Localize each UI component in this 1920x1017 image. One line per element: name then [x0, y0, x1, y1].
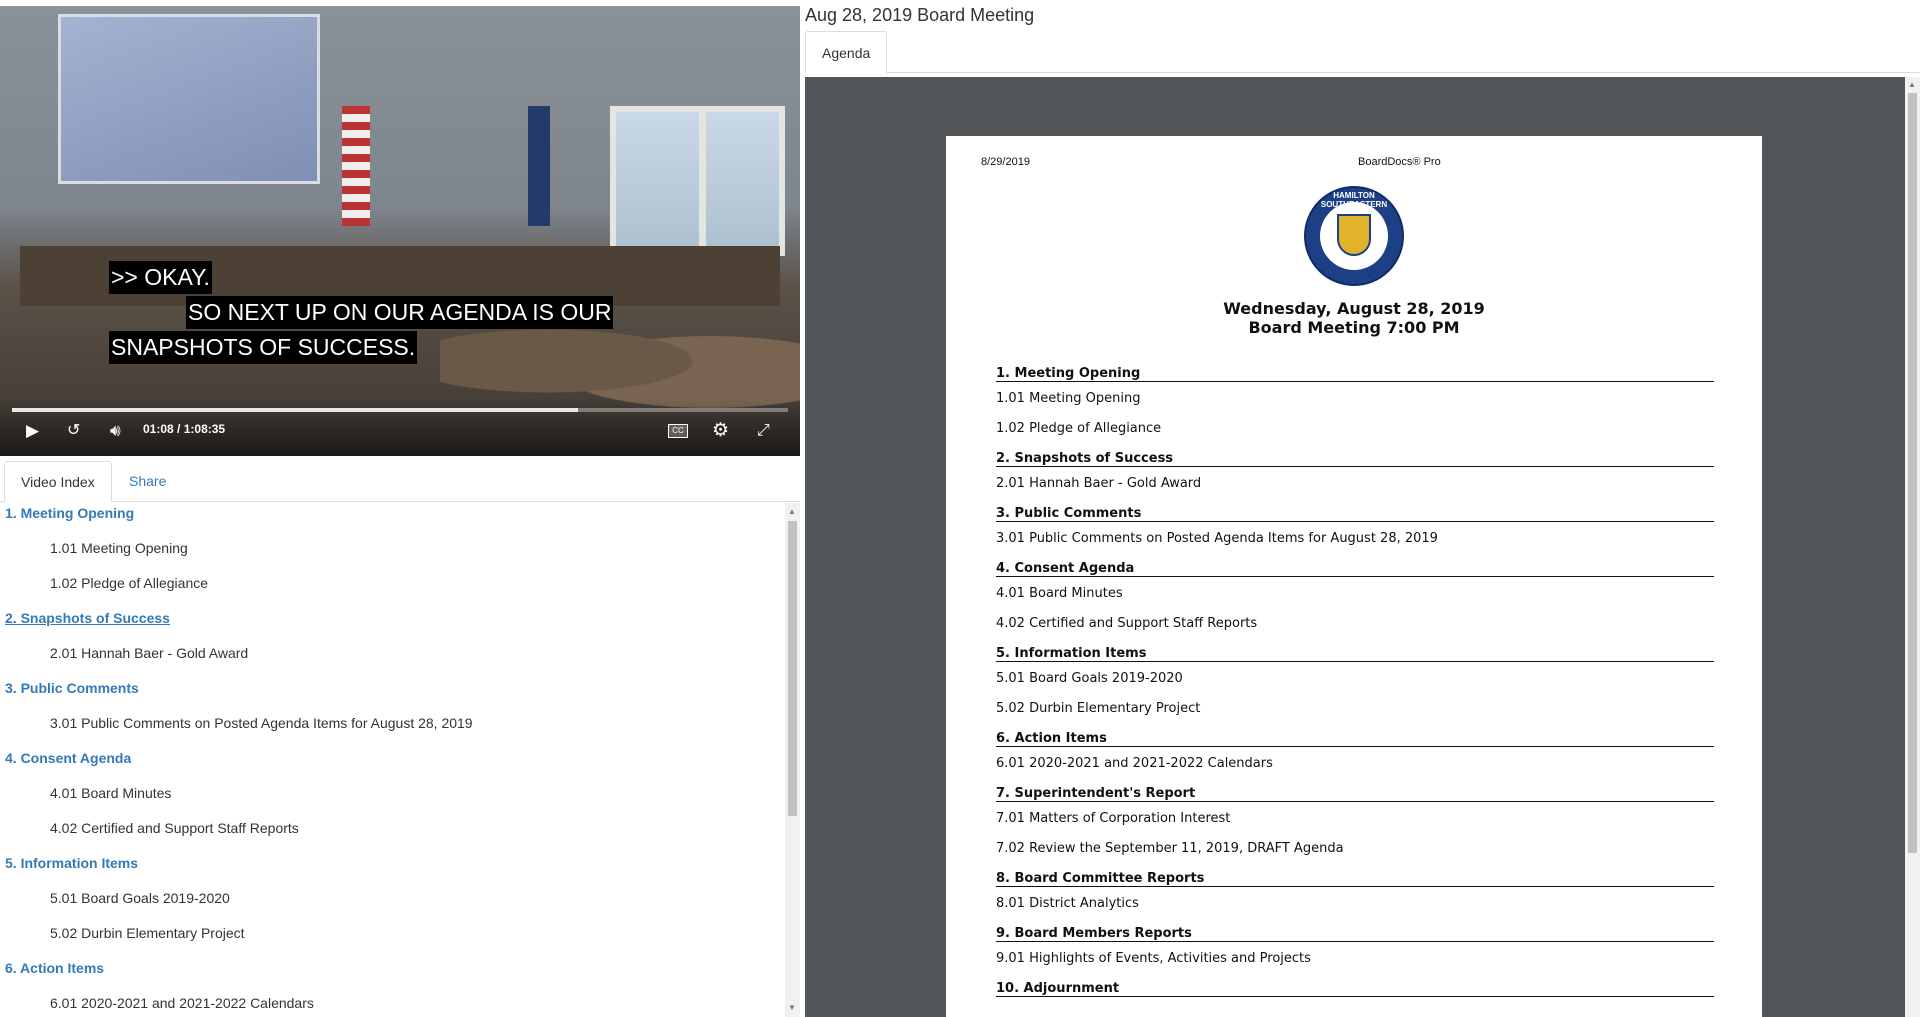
agenda-item: 5.02 Durbin Elementary Project: [996, 701, 1201, 716]
index-item-link[interactable]: 4.01 Board Minutes: [50, 785, 171, 801]
agenda-section-heading: 8. Board Committee Reports: [996, 871, 1714, 887]
agenda-section-heading: 7. Superintendent's Report: [996, 786, 1714, 802]
scroll-up-icon[interactable]: ▲: [788, 507, 796, 516]
right-tabs: Agenda: [805, 31, 1920, 73]
current-time: 01:08: [143, 422, 174, 436]
scrollbar-thumb[interactable]: [1908, 93, 1917, 853]
index-item-link[interactable]: 5.01 Board Goals 2019-2020: [50, 890, 230, 906]
video-index-list: 1. Meeting Opening 1.01 Meeting Opening 1.…: [0, 503, 785, 1017]
agenda-section-heading: 3. Public Comments: [996, 506, 1714, 522]
video-player[interactable]: >> OKAY. SO NEXT UP ON OUR AGENDA IS OUR…: [0, 6, 800, 456]
scroll-down-icon[interactable]: ▼: [788, 1003, 796, 1012]
scrollbar-thumb[interactable]: [788, 521, 797, 816]
gear-icon[interactable]: ⚙: [712, 420, 729, 442]
tab-agenda[interactable]: Agenda: [805, 31, 888, 73]
state-flag: [528, 106, 550, 226]
index-section-link[interactable]: 2. Snapshots of Success: [5, 610, 170, 626]
agenda-section-heading: 5. Information Items: [996, 646, 1714, 662]
agenda-section-heading: 1. Meeting Opening: [996, 366, 1714, 382]
shield-icon: [1337, 214, 1371, 256]
volume-icon[interactable]: 🔊︎: [110, 420, 121, 442]
right-panel: Aug 28, 2019 Board Meeting Agenda 8/29/2…: [800, 0, 1920, 1017]
index-section-link[interactable]: 3. Public Comments: [5, 680, 139, 696]
agenda-section-heading: 10. Adjournment: [996, 981, 1714, 997]
agenda-item: 4.01 Board Minutes: [996, 586, 1123, 601]
index-section-link[interactable]: 5. Information Items: [5, 855, 138, 871]
agenda-section-heading: 2. Snapshots of Success: [996, 451, 1714, 467]
agenda-item: 3.01 Public Comments on Posted Agenda It…: [996, 531, 1438, 546]
tab-video-index[interactable]: Video Index: [4, 461, 112, 502]
time-separator: /: [177, 422, 181, 436]
agenda-section-heading: 4. Consent Agenda: [996, 561, 1714, 577]
time-display: 01:08 / 1:08:35: [143, 422, 225, 436]
index-item-link[interactable]: 1.01 Meeting Opening: [50, 540, 188, 556]
agenda-item: 5.01 Board Goals 2019-2020: [996, 671, 1183, 686]
left-panel: >> OKAY. SO NEXT UP ON OUR AGENDA IS OUR…: [0, 0, 800, 1017]
agenda-section-heading: 9. Board Members Reports: [996, 926, 1714, 942]
school-seal-logo: HAMILTON SOUTHEASTERN SCHOOLS: [1304, 186, 1404, 286]
agenda-item: 7.02 Review the September 11, 2019, DRAF…: [996, 841, 1344, 856]
brand-label: BoardDocs® Pro: [1358, 156, 1441, 168]
index-section-link[interactable]: 4. Consent Agenda: [5, 750, 131, 766]
agenda-item: 6.01 2020-2021 and 2021-2022 Calendars: [996, 756, 1273, 771]
index-item-link[interactable]: 2.01 Hannah Baer - Gold Award: [50, 645, 248, 661]
caption-line: SNAPSHOTS OF SUCCESS.: [109, 331, 418, 364]
us-flag: [342, 106, 370, 226]
agenda-section-heading: 6. Action Items: [996, 731, 1714, 747]
meeting-time: Board Meeting 7:00 PM: [1248, 318, 1460, 337]
agenda-item: 4.02 Certified and Support Staff Reports: [996, 616, 1258, 631]
index-section-link[interactable]: 1. Meeting Opening: [5, 505, 134, 521]
seal-center: [1320, 202, 1388, 270]
index-item-link[interactable]: 3.01 Public Comments on Posted Agenda It…: [50, 715, 473, 731]
room-window: [610, 106, 705, 256]
duration: 1:08:35: [183, 422, 226, 436]
fullscreen-icon[interactable]: ⤢: [757, 420, 770, 442]
play-icon[interactable]: ▶: [26, 420, 39, 442]
caption-line: >> OKAY.: [109, 261, 212, 294]
agenda-item: 7.01 Matters of Corporation Interest: [996, 811, 1231, 826]
progress-fill: [12, 408, 579, 412]
captions: >> OKAY. SO NEXT UP ON OUR AGENDA IS OUR…: [109, 261, 614, 366]
player-controls: ▶ ↺ 🔊︎ 01:08 / 1:08:35 CC ⚙ ⤢: [0, 398, 800, 456]
video-frame: [0, 6, 800, 456]
index-item-link[interactable]: 1.02 Pledge of Allegiance: [50, 575, 208, 591]
agenda-item: 1.02 Pledge of Allegiance: [996, 421, 1162, 436]
projector-screen: [58, 14, 320, 184]
replay-10-icon[interactable]: ↺: [67, 420, 80, 442]
room-window: [700, 106, 785, 256]
progress-bar[interactable]: [12, 408, 788, 412]
tab-share[interactable]: Share: [113, 461, 182, 502]
agenda-item: 9.01 Highlights of Events, Activities an…: [996, 951, 1311, 966]
index-item-link[interactable]: 5.02 Durbin Elementary Project: [50, 925, 245, 941]
index-section-link[interactable]: 6. Action Items: [5, 960, 104, 976]
index-scrollbar[interactable]: ▲ ▼: [785, 503, 800, 1017]
index-item-link[interactable]: 4.02 Certified and Support Staff Reports: [50, 820, 299, 836]
meeting-date: Wednesday, August 28, 2019: [1223, 299, 1485, 318]
document-scrollbar[interactable]: ▲: [1905, 77, 1920, 1017]
caption-line: SO NEXT UP ON OUR AGENDA IS OUR: [186, 296, 614, 329]
scroll-up-icon[interactable]: ▲: [1908, 80, 1916, 89]
agenda-page: 8/29/2019 BoardDocs® Pro HAMILTON SOUTHE…: [946, 136, 1762, 1017]
agenda-item: 1.01 Meeting Opening: [996, 391, 1141, 406]
captions-icon[interactable]: CC: [668, 424, 688, 438]
document-viewer: 8/29/2019 BoardDocs® Pro HAMILTON SOUTHE…: [805, 77, 1905, 1017]
index-item-link[interactable]: 6.01 2020-2021 and 2021-2022 Calendars: [50, 995, 314, 1011]
meeting-title: Aug 28, 2019 Board Meeting: [805, 5, 1035, 25]
left-tabs: Video Index Share: [0, 461, 800, 502]
agenda-item: 2.01 Hannah Baer - Gold Award: [996, 476, 1202, 491]
print-date: 8/29/2019: [981, 156, 1030, 168]
agenda-item: 8.01 District Analytics: [996, 896, 1139, 911]
